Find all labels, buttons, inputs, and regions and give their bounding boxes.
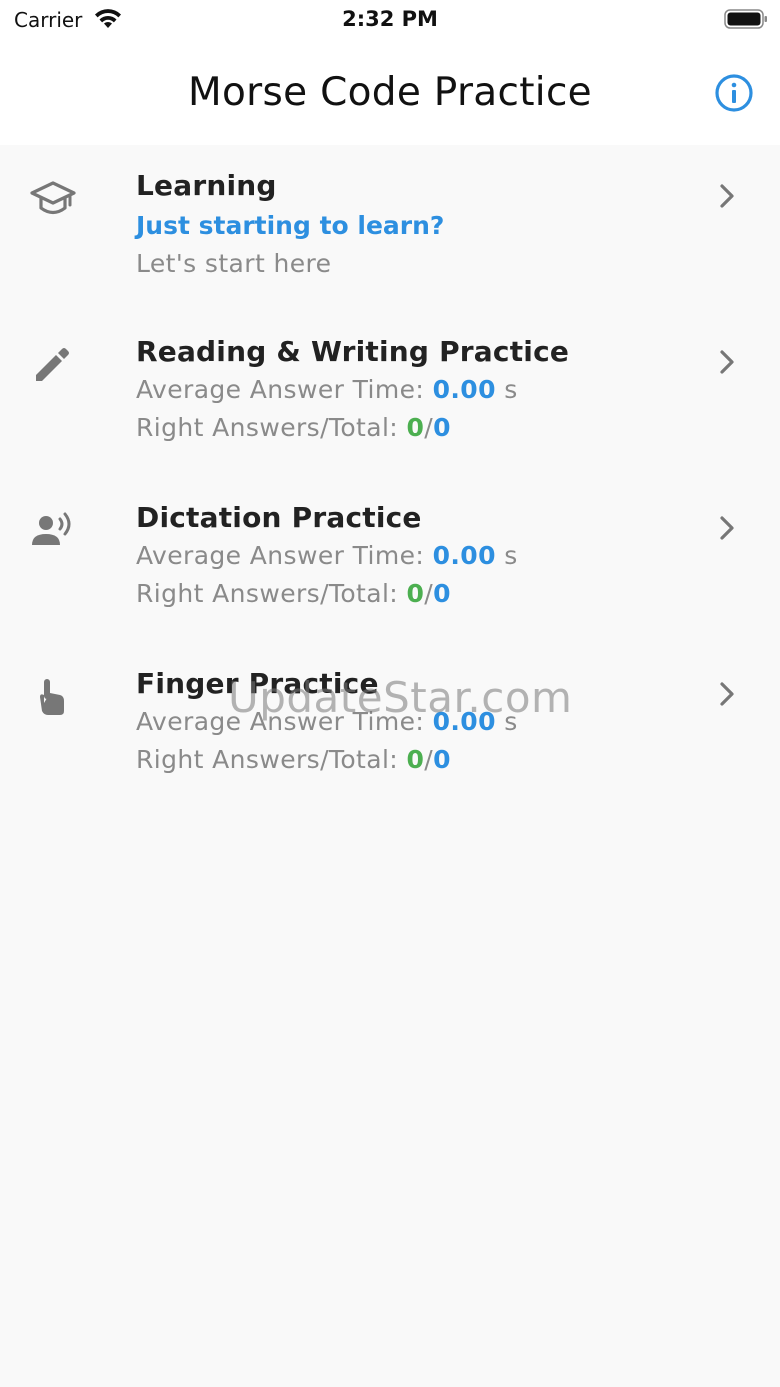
average-answer-unit: s xyxy=(504,375,518,404)
right-answers-label: Right Answers/Total: xyxy=(136,579,399,608)
row-title: Learning xyxy=(136,169,277,202)
page-title: Morse Code Practice xyxy=(188,70,592,115)
row-detail: Let's start here xyxy=(136,249,332,278)
average-answer-value: 0.00 xyxy=(432,375,496,404)
right-answers-total: Right Answers/Total: 0/0 xyxy=(136,745,451,774)
row-title: Dictation Practice xyxy=(136,501,422,534)
list-item-learning[interactable]: Learning Just starting to learn? Let's s… xyxy=(0,145,780,311)
list-item-dictation[interactable]: Dictation Practice Average Answer Time: … xyxy=(0,477,780,643)
pencil-icon xyxy=(36,348,69,381)
average-answer-label: Average Answer Time: xyxy=(136,541,425,570)
graduation-cap-icon xyxy=(30,181,76,215)
right-answers-separator: / xyxy=(424,413,434,442)
average-answer-value: 0.00 xyxy=(432,541,496,570)
app-screen: Carrier 2:32 PM Morse Code Practice Lear… xyxy=(0,0,780,1387)
right-answers-value: 0 xyxy=(406,413,425,442)
status-bar: Carrier 2:32 PM xyxy=(0,0,780,42)
battery-icon xyxy=(724,9,767,29)
right-answers-value: 0 xyxy=(406,579,425,608)
speaking-person-icon xyxy=(32,512,71,545)
chevron-right-icon xyxy=(720,682,734,706)
list-item-reading-writing[interactable]: Reading & Writing Practice Average Answe… xyxy=(0,311,780,477)
average-answer-unit: s xyxy=(504,541,518,570)
average-answer-time: Average Answer Time: 0.00 s xyxy=(136,541,518,570)
average-answer-time: Average Answer Time: 0.00 s xyxy=(136,375,518,404)
right-answers-label: Right Answers/Total: xyxy=(136,413,399,442)
total-answers-value: 0 xyxy=(433,745,451,774)
chevron-right-icon xyxy=(720,184,734,208)
average-answer-label: Average Answer Time: xyxy=(136,375,425,404)
total-answers-value: 0 xyxy=(433,579,451,608)
chevron-right-icon xyxy=(720,516,734,540)
row-title: Reading & Writing Practice xyxy=(136,335,570,368)
total-answers-value: 0 xyxy=(433,413,451,442)
status-time: 2:32 PM xyxy=(342,7,438,31)
info-icon[interactable] xyxy=(713,72,755,114)
right-answers-separator: / xyxy=(424,745,434,774)
list-item-finger[interactable]: Finger Practice Average Answer Time: 0.0… xyxy=(0,643,780,809)
right-answers-separator: / xyxy=(424,579,434,608)
row-subtitle: Just starting to learn? xyxy=(136,211,445,240)
chevron-right-icon xyxy=(720,350,734,374)
watermark: UpdateStar.com xyxy=(228,673,573,722)
right-answers-total: Right Answers/Total: 0/0 xyxy=(136,579,451,608)
finger-tap-icon xyxy=(40,679,64,715)
right-answers-total: Right Answers/Total: 0/0 xyxy=(136,413,451,442)
navigation-bar: Morse Code Practice xyxy=(0,42,780,145)
right-answers-label: Right Answers/Total: xyxy=(136,745,399,774)
right-answers-value: 0 xyxy=(406,745,425,774)
